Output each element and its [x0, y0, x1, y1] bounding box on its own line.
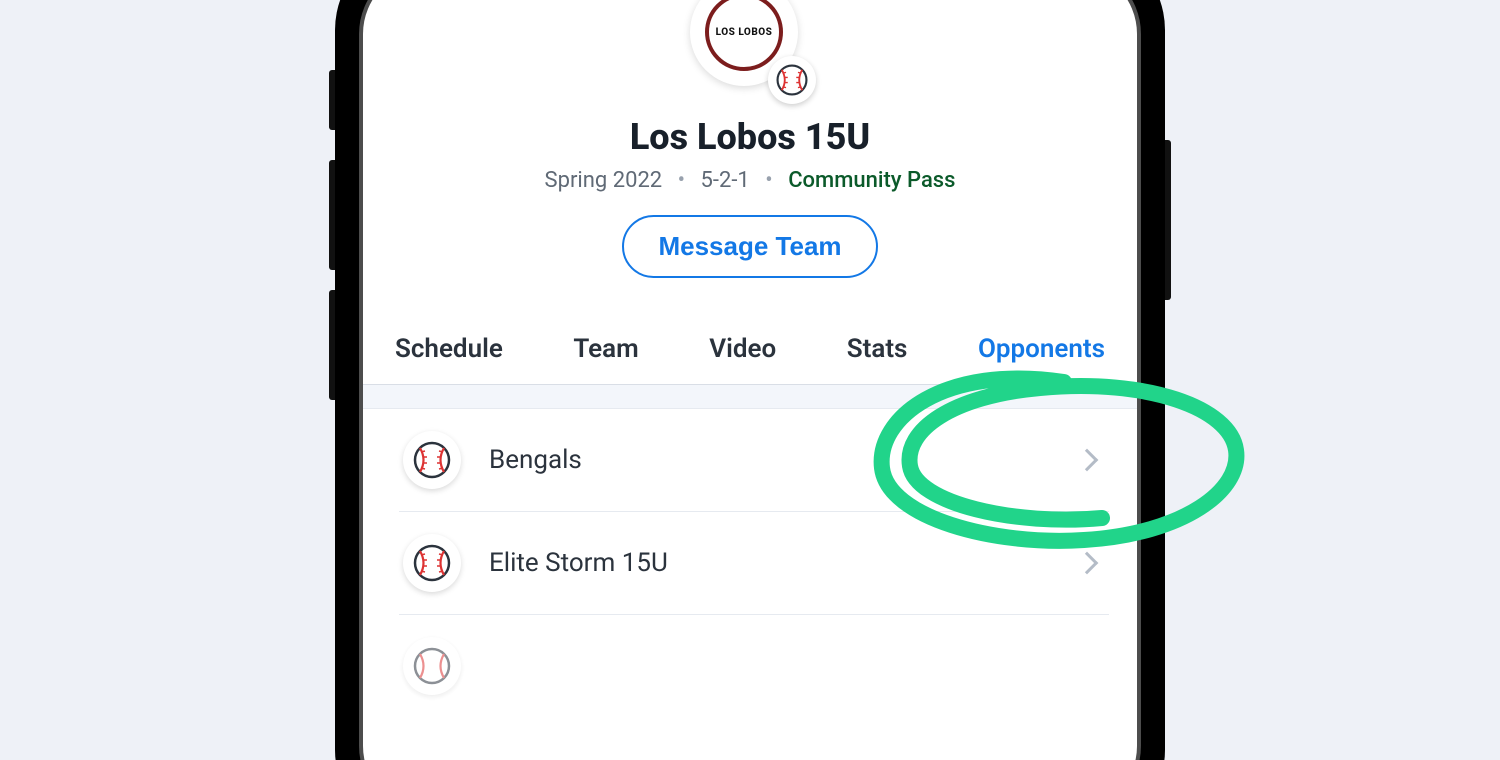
tab-strip-spacer	[363, 385, 1137, 409]
chevron-right-icon	[1076, 449, 1099, 472]
phone-side-button	[329, 160, 335, 270]
tab-bar: Schedule Team Video Stats Opponents	[363, 316, 1137, 385]
team-logo-wrap: LOS LOBOS	[690, 0, 810, 98]
baseball-icon	[775, 63, 809, 97]
baseball-icon	[412, 543, 452, 583]
meta-separator: •	[678, 168, 685, 193]
phone-side-button	[1165, 140, 1171, 300]
tab-stats[interactable]: Stats	[843, 316, 912, 384]
team-logo-text: LOS LOBOS	[714, 27, 775, 38]
opponent-name: Elite Storm 15U	[489, 548, 1079, 578]
team-pass: Community Pass	[788, 168, 955, 193]
team-record: 5-2-1	[701, 168, 750, 193]
opponent-row[interactable]: Bengals	[399, 409, 1109, 512]
phone-screen: LOS LOBOS	[363, 0, 1137, 760]
tab-opponents[interactable]: Opponents	[974, 316, 1109, 384]
opponents-list: Bengals Elit	[363, 409, 1137, 717]
message-team-button[interactable]: Message Team	[622, 215, 877, 278]
phone-side-button	[329, 290, 335, 400]
team-season: Spring 2022	[545, 168, 663, 193]
opponent-row[interactable]	[399, 615, 1109, 717]
team-header: LOS LOBOS	[363, 0, 1137, 278]
opponent-name: Bengals	[489, 445, 1079, 475]
stage: LOS LOBOS	[0, 0, 1500, 760]
phone-side-button	[329, 70, 335, 130]
opponent-row[interactable]: Elite Storm 15U	[399, 512, 1109, 615]
team-name: Los Lobos 15U	[363, 116, 1137, 158]
phone-bezel: LOS LOBOS	[359, 0, 1141, 760]
opponent-avatar	[403, 637, 461, 695]
opponent-avatar	[403, 534, 461, 592]
team-meta: Spring 2022 • 5-2-1 • Community Pass	[363, 168, 1137, 193]
opponent-avatar	[403, 431, 461, 489]
baseball-icon	[412, 440, 452, 480]
sport-badge	[768, 56, 816, 104]
tab-video[interactable]: Video	[705, 316, 780, 384]
baseball-icon	[412, 646, 452, 686]
phone-frame: LOS LOBOS	[335, 0, 1165, 760]
tab-schedule[interactable]: Schedule	[391, 316, 507, 384]
chevron-right-icon	[1076, 552, 1099, 575]
team-logo-ring: LOS LOBOS	[705, 0, 783, 71]
meta-separator: •	[765, 168, 772, 193]
tab-team[interactable]: Team	[569, 316, 642, 384]
